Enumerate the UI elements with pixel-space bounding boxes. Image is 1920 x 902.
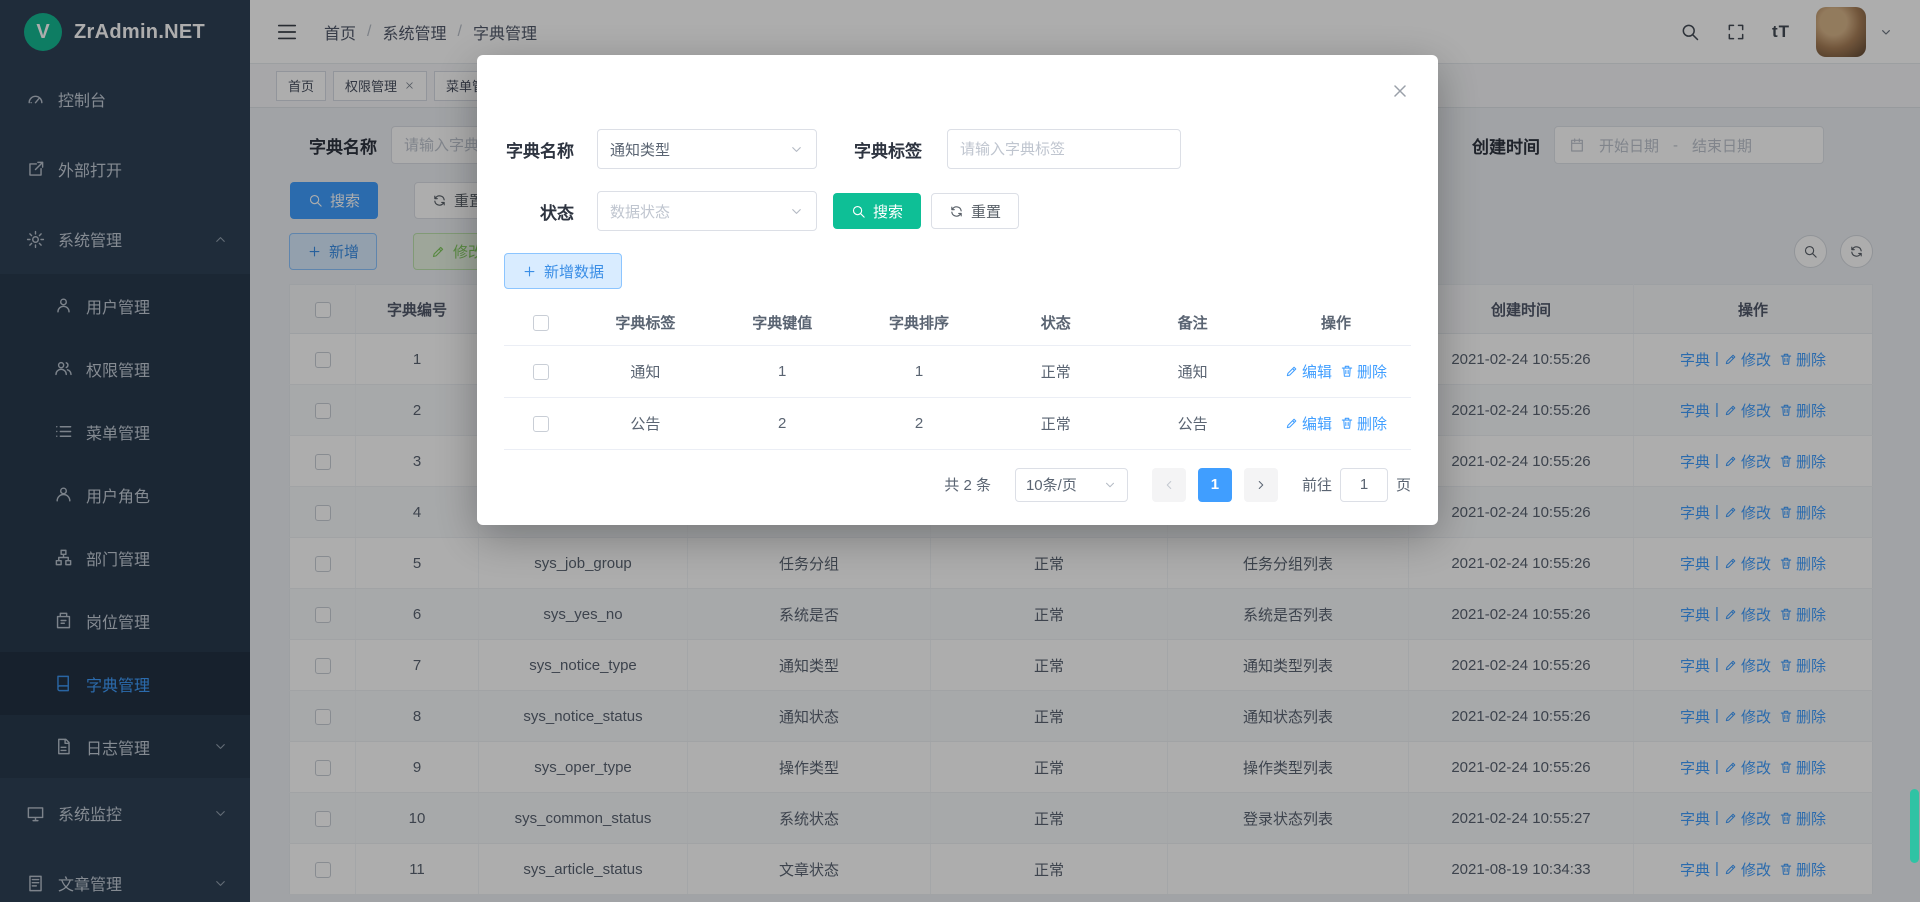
next-page-button[interactable] [1244,468,1278,502]
delete-link[interactable]: 删除 [1340,413,1387,434]
status-cell: 正常 [987,345,1124,397]
dict-label-cell: 公告 [577,397,714,449]
page-unit-label: 页 [1396,474,1411,495]
plus-icon [522,264,537,279]
dict-data-table: 字典标签字典键值字典排序状态备注操作 通知11正常通知编辑删除公告22正常公告编… [504,301,1411,450]
edit-icon [1285,364,1299,378]
goto-page-group: 前往 页 [1302,468,1411,502]
ops-cell: 编辑删除 [1261,397,1411,449]
page-size-select[interactable]: 10条/页 [1015,468,1128,502]
goto-page-input[interactable] [1340,468,1388,502]
select-all-header [504,301,577,345]
dict-value-cell: 1 [714,345,851,397]
modal-table-row: 通知11正常通知编辑删除 [504,345,1411,397]
edit-link[interactable]: 编辑 [1285,413,1332,434]
column-header: 状态 [987,301,1124,345]
row-checkbox[interactable] [533,364,549,380]
column-header: 字典键值 [714,301,851,345]
modal-search-label: 搜索 [873,201,903,222]
checkbox-cell [504,345,577,397]
remark-cell: 通知 [1124,345,1261,397]
dict-name-label: 字典名称 [504,137,574,162]
pager: 1 [1152,468,1278,502]
trash-icon [1340,364,1354,378]
pagination-total: 共 2 条 [944,474,991,495]
dict-tag-input[interactable] [947,129,1181,169]
edit-icon [1285,416,1299,430]
close-icon[interactable] [1390,81,1410,101]
add-data-button[interactable]: 新增数据 [504,253,622,289]
dict-sort-cell: 2 [851,397,988,449]
dict-label-cell: 通知 [577,345,714,397]
add-data-label: 新增数据 [544,261,604,282]
refresh-icon [949,204,964,219]
dict-value-cell: 2 [714,397,851,449]
modal-reset-button[interactable]: 重置 [931,193,1019,229]
delete-link[interactable]: 删除 [1340,361,1387,382]
chevron-down-icon [1103,478,1117,492]
pagination: 共 2 条 10条/页 1 前往 页 [504,468,1411,502]
remark-cell: 公告 [1124,397,1261,449]
modal-table-row: 公告22正常公告编辑删除 [504,397,1411,449]
status-label: 状态 [504,199,574,224]
status-cell: 正常 [987,397,1124,449]
dict-name-select[interactable]: 通知类型 [597,129,817,169]
ops-cell: 编辑删除 [1261,345,1411,397]
checkbox-cell [504,397,577,449]
chevron-down-icon [789,142,804,157]
modal-form-row: 状态 数据状态 搜索 重置 [504,191,1411,231]
scrollbar-thumb[interactable] [1910,789,1919,863]
modal-filter-form: 字典名称 通知类型 字典标签 状态 数据状态 搜索 重置 [504,55,1411,231]
dict-sort-cell: 1 [851,345,988,397]
trash-icon [1340,416,1354,430]
modal-search-button[interactable]: 搜索 [833,193,921,229]
page-number-button[interactable]: 1 [1198,468,1232,502]
column-header: 操作 [1261,301,1411,345]
column-header: 字典排序 [851,301,988,345]
status-select-placeholder: 数据状态 [610,201,670,222]
edit-link[interactable]: 编辑 [1285,361,1332,382]
column-header: 备注 [1124,301,1261,345]
modal-form-row: 字典名称 通知类型 字典标签 [504,129,1411,169]
dict-tag-label: 字典标签 [854,137,922,162]
goto-label: 前往 [1302,474,1332,495]
search-icon [851,204,866,219]
dict-name-select-value: 通知类型 [610,139,670,160]
status-select[interactable]: 数据状态 [597,191,817,231]
dict-data-modal: 字典名称 通知类型 字典标签 状态 数据状态 搜索 重置 [477,55,1438,525]
row-checkbox[interactable] [533,416,549,432]
page-size-value: 10条/页 [1026,474,1077,495]
select-all-checkbox[interactable] [533,315,549,331]
prev-page-button[interactable] [1152,468,1186,502]
chevron-down-icon [789,204,804,219]
modal-reset-label: 重置 [971,201,1001,222]
column-header: 字典标签 [577,301,714,345]
